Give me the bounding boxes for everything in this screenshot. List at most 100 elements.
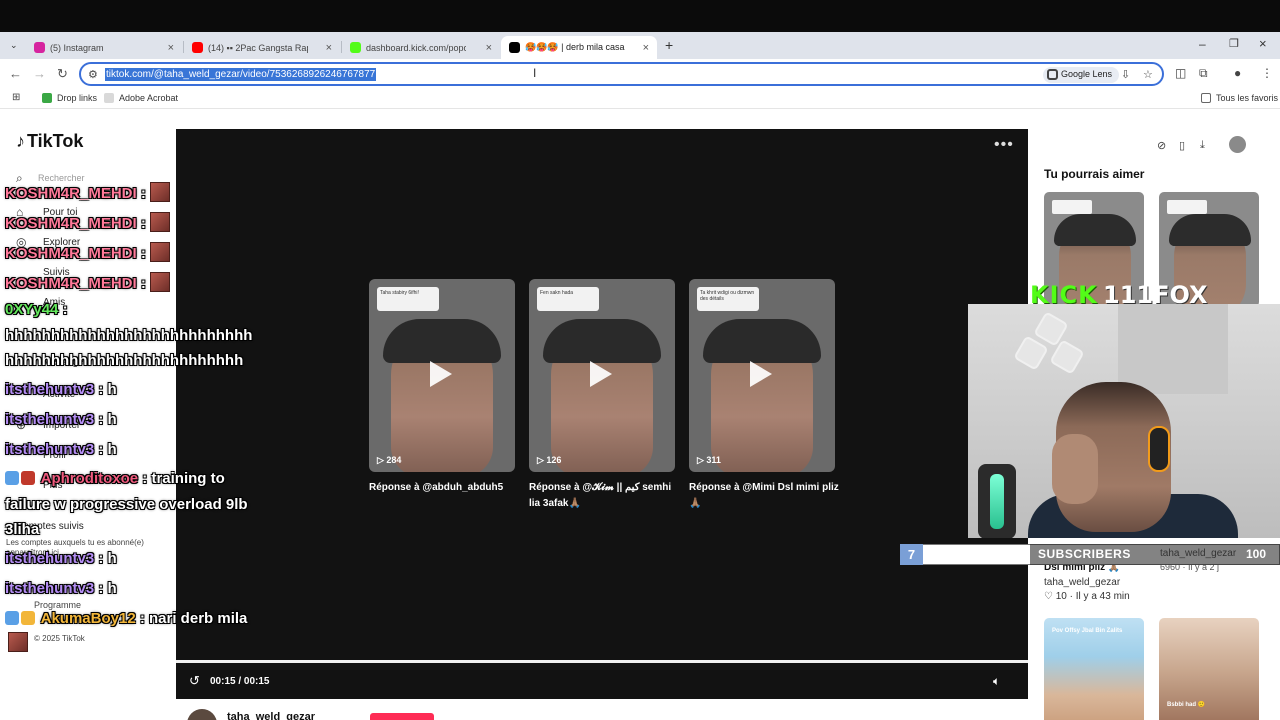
drop-links-icon (42, 93, 52, 103)
related-video-thumb-1[interactable]: Taha stabiry 6ifhi! ▷ 284 (369, 279, 515, 472)
recommended-username-behind: taha_weld_gezar (1160, 548, 1237, 559)
menu-kebab-icon[interactable]: ⋮ (1261, 66, 1273, 80)
play-icon[interactable] (430, 361, 452, 387)
close-icon[interactable]: × (643, 42, 649, 54)
chat-text: : h (98, 381, 117, 398)
google-lens-button[interactable]: Google Lens (1043, 67, 1120, 83)
chat-username: KOSHM4R_MEHDI (5, 245, 137, 262)
reload-icon[interactable]: ↻ (57, 66, 68, 82)
chat-text: : h (98, 441, 117, 458)
lens-icon (1047, 69, 1058, 80)
chat-message: itsthehuntv3 : h (5, 381, 117, 398)
tab-youtube[interactable]: (14) ▪▪ 2Pac Gangsta Rap Old S × (184, 36, 340, 59)
chat-message: itsthehuntv3 : h (5, 441, 117, 458)
chat-text: : nari derb mila (139, 610, 248, 627)
reply-bubble: Taha stabiry 6ifhi! (377, 287, 439, 311)
chat-text: hhhhhhhhhhhhhhhhhhhhhhhhhh (5, 352, 244, 369)
follow-button[interactable] (370, 713, 434, 720)
author-username[interactable]: taha_weld_gezar (227, 711, 315, 720)
wall-decor (998, 311, 1088, 375)
video-thumbnail-image (383, 319, 501, 363)
volume-icon[interactable]: 🔈︎ (993, 674, 1000, 689)
user-avatar[interactable] (1229, 136, 1246, 153)
emote-icon (149, 272, 170, 292)
recommended-username[interactable]: taha_weld_gezar (1044, 577, 1120, 588)
related-video-title[interactable]: Réponse à @𝓚𝓲𝓶 || كيم semhi lia 3afak🙏🏽 (529, 480, 679, 512)
related-video-title[interactable]: Réponse à @abduh_abduh5 (369, 480, 519, 496)
related-video-title[interactable]: Réponse à @Mimi Dsl mimi pliz 🙏🏽 (689, 480, 839, 512)
instagram-icon (34, 42, 45, 53)
posted-time: Il y a 43 min (1075, 591, 1130, 602)
install-app-icon[interactable]: ⇩ (1121, 68, 1130, 81)
emote-icon (149, 182, 170, 202)
chat-username: itsthehuntv3 (5, 411, 95, 428)
tab-instagram[interactable]: (5) Instagram × (26, 36, 182, 59)
compass-icon[interactable]: ⊘ (1157, 139, 1166, 152)
bookmark-star-icon[interactable]: ☆ (1143, 68, 1153, 81)
close-icon[interactable]: × (326, 42, 332, 54)
puzzle-icon[interactable]: ⧉ (1199, 66, 1208, 81)
recommended-video-3[interactable]: Pov Offsy Jbal Bin Zalits (1044, 618, 1144, 720)
site-info-icon[interactable]: ⚙ (88, 68, 98, 81)
tiktok-icon (509, 42, 520, 53)
tab-title: (14) ▪▪ 2Pac Gangsta Rap Old S (208, 42, 308, 53)
chat-username: AkumaBoy12 (40, 610, 136, 627)
lens-label: Google Lens (1061, 69, 1113, 79)
chat-message: KOSHM4R_MEHDI : (5, 242, 170, 262)
chat-username: KOSHM4R_MEHDI (5, 185, 137, 202)
replay-icon[interactable]: ↺ (189, 673, 200, 689)
download-icon[interactable]: ⤓ (1200, 139, 1205, 152)
tab-title: (5) Instagram (50, 42, 104, 53)
chat-text: : h (98, 411, 117, 428)
tab-title: 🥵🥵🥵 | derb mila casablanc (525, 42, 625, 52)
thumbnail-tag (1167, 200, 1207, 214)
all-favorites-folder[interactable]: Tous les favoris (1201, 93, 1278, 103)
tab-search-icon[interactable]: ⌄ (10, 40, 18, 51)
back-icon[interactable]: ← (9, 66, 22, 81)
tiktok-logo[interactable]: ♪ TikTok (16, 131, 83, 152)
bookmark-drop-links[interactable]: Drop links (42, 93, 97, 103)
new-tab-icon[interactable]: + (665, 37, 673, 53)
extensions-icon[interactable]: ◫ (1175, 66, 1186, 80)
video-progress-bar[interactable] (176, 660, 1028, 663)
tab-kick-dashboard[interactable]: dashboard.kick.com/popout/11 × (342, 36, 500, 59)
thumbnail-caption: Bsbbi had 🙂 (1167, 702, 1206, 708)
tiktok-note-icon: ♪ (16, 131, 25, 151)
view-count-value: 284 (386, 455, 402, 465)
related-video-thumb-2[interactable]: Fen sakn hada ▷ 126 (529, 279, 675, 472)
bookmark-adobe-acrobat[interactable]: Adobe Acrobat (104, 93, 178, 103)
chat-text: : (140, 185, 146, 202)
tab-title: dashboard.kick.com/popout/11 (366, 42, 466, 53)
address-bar[interactable]: ⚙ tiktok.com/@taha_weld_gezar/video/7536… (79, 62, 1164, 86)
view-count-value: 311 (706, 455, 721, 465)
restore-icon[interactable]: ❐ (1229, 37, 1239, 50)
recommended-stats: ♡ 10 · Il y a 43 min (1044, 591, 1130, 602)
play-icon[interactable] (750, 361, 772, 387)
view-count: ▷ 284 (377, 455, 402, 465)
url-text[interactable]: tiktok.com/@taha_weld_gezar/video/753626… (105, 68, 377, 81)
more-options-icon[interactable]: ••• (994, 136, 1014, 154)
close-icon[interactable]: × (168, 42, 174, 54)
video-thumbnail-image (703, 319, 821, 363)
chat-username: itsthehuntv3 (5, 381, 95, 398)
related-video-thumb-3[interactable]: Ta khrit wdigi ou dizmwn des détails ▷ 3… (689, 279, 835, 472)
window-close-icon[interactable]: × (1259, 36, 1267, 51)
headset-icon (1148, 426, 1170, 472)
chat-text: : (140, 245, 146, 262)
mic-light (990, 474, 1004, 529)
apps-grid-icon[interactable]: ⊞ (12, 92, 20, 103)
tab-tiktok-active[interactable]: 🥵🥵🥵 | derb mila casablanc × (501, 36, 657, 59)
person-hand (1052, 434, 1098, 504)
recommended-video-4[interactable]: Bsbbi had 🙂 (1159, 618, 1259, 720)
profile-icon[interactable]: ● (1234, 66, 1241, 80)
programme-link[interactable]: Programme (34, 600, 81, 610)
streamer-webcam (968, 304, 1280, 538)
forward-icon[interactable]: → (33, 66, 46, 81)
youtube-icon (192, 42, 203, 53)
minimize-icon[interactable]: – (1199, 37, 1206, 51)
play-icon[interactable] (590, 361, 612, 387)
close-icon[interactable]: × (486, 42, 492, 54)
chat-text: : training to (142, 470, 225, 487)
device-icon[interactable]: ▯ (1179, 139, 1185, 152)
bookmark-label: Adobe Acrobat (119, 93, 179, 103)
